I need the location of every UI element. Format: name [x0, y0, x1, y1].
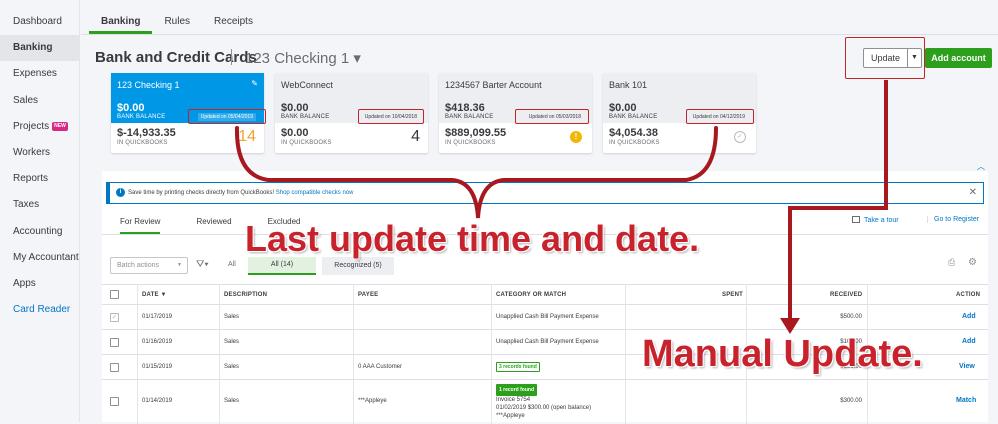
annotation-time-date: Last update time and date. — [245, 218, 700, 259]
annotation-manual-update: Manual Update. — [642, 333, 923, 375]
